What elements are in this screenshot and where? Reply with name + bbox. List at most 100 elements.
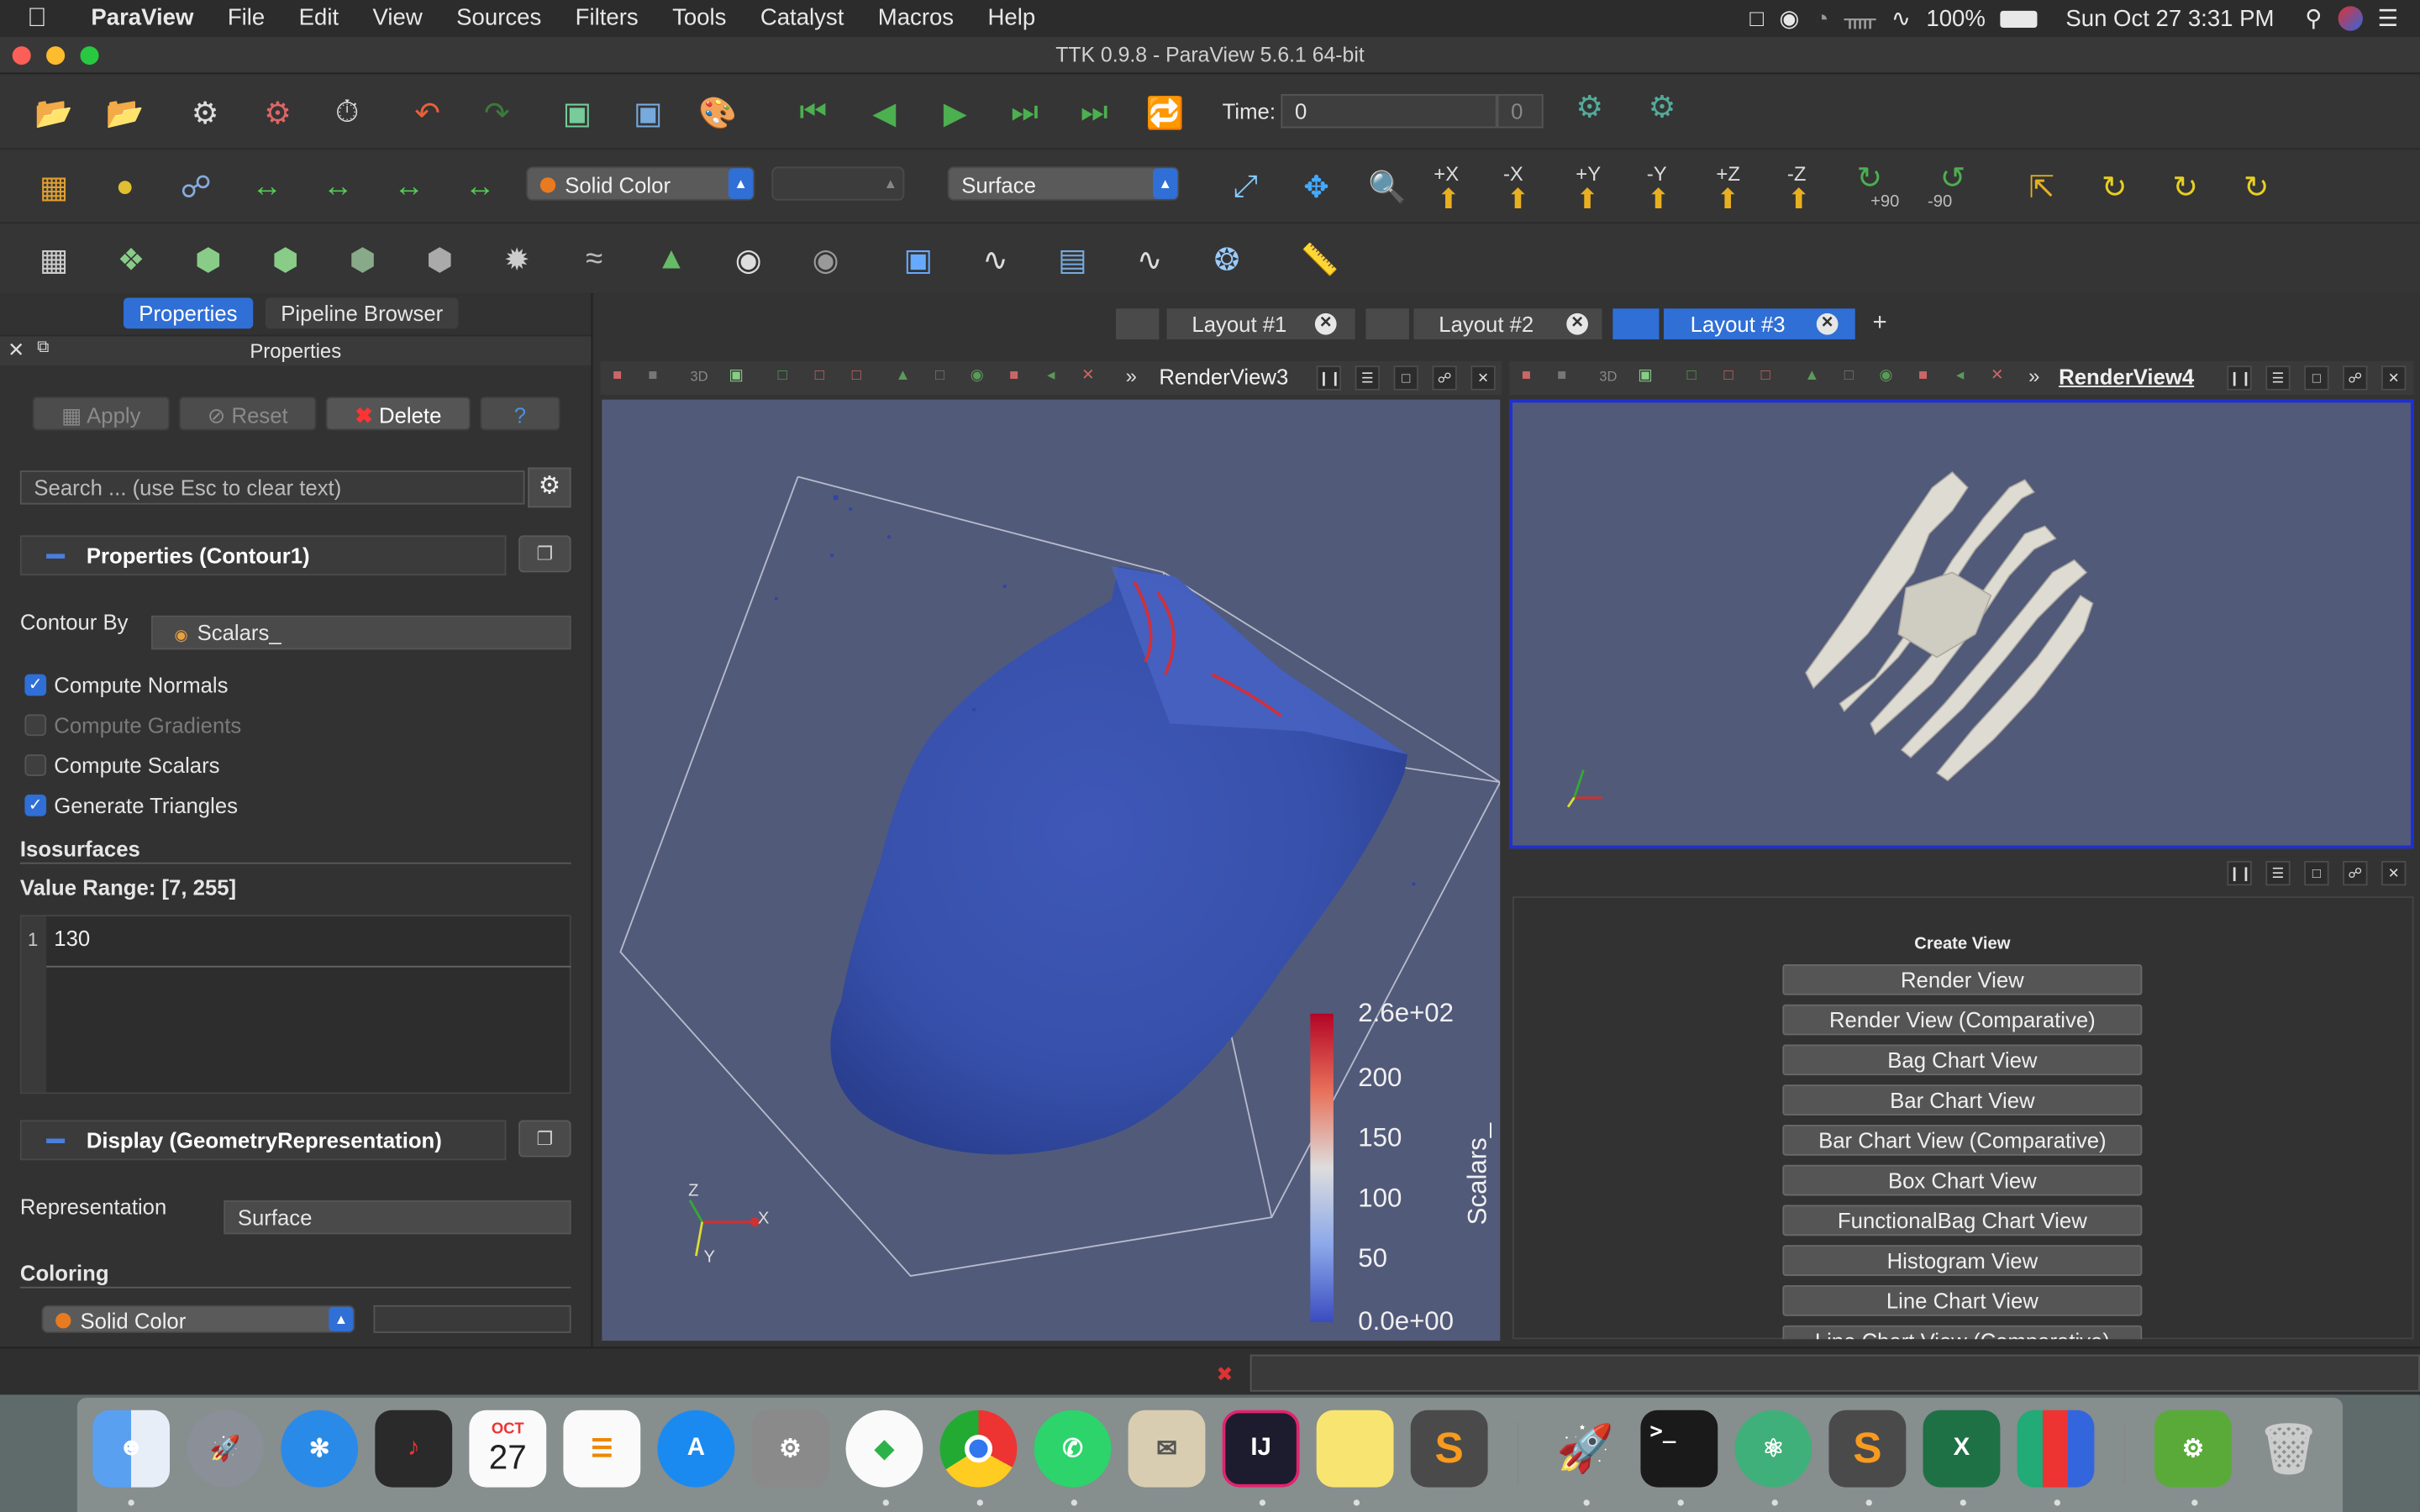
split-horizontal-button[interactable]: ❙❙ <box>2227 365 2252 391</box>
reset-button[interactable]: ⊘ Reset <box>179 396 317 431</box>
line-chart-view-button[interactable]: Line Chart View <box>1782 1284 2143 1316</box>
set-view-minus-y[interactable]: -Y <box>1647 162 1667 186</box>
close-layout-2-icon[interactable]: ✕ <box>1566 312 1588 335</box>
whatsapp-icon[interactable]: ✆ <box>1034 1410 1112 1488</box>
more-tools-icon[interactable]: » <box>2025 365 2044 386</box>
tab-pipeline-browser[interactable]: Pipeline Browser <box>265 297 459 329</box>
menu-tools[interactable]: Tools <box>655 0 744 37</box>
set-view-plus-y[interactable]: +Y <box>1576 162 1601 186</box>
ttk-filter-icon[interactable]: ❂ <box>1204 236 1250 282</box>
rotate-plus-90-icon[interactable]: ↻ <box>1857 159 1883 197</box>
open-icon[interactable]: 📂 <box>31 90 77 136</box>
color-legend-icon[interactable]: ● <box>102 164 148 210</box>
delete-button[interactable]: ✖ Delete <box>325 396 471 431</box>
center-axes-icon[interactable]: ↻ <box>2091 164 2138 210</box>
layout-tab-3-icon[interactable] <box>1612 308 1660 340</box>
connect-icon[interactable]: ⚙ <box>182 90 229 136</box>
calculator-icon[interactable]: ▦ <box>31 236 77 282</box>
rotate-minus-90-icon[interactable]: ↺ <box>1940 159 1966 197</box>
evernote-status-icon[interactable]: ◉ <box>1779 5 1799 32</box>
split-horizontal-button[interactable]: ❙❙ <box>1316 365 1341 391</box>
stream-tracer-icon[interactable]: ≈ <box>571 236 618 282</box>
select-block-icon[interactable]: □ <box>1839 367 1858 386</box>
color-by-combo[interactable]: Solid Color ▲ <box>526 166 755 201</box>
close-view-button[interactable]: ✕ <box>2381 365 2407 391</box>
extract-level-icon[interactable]: ◉ <box>802 236 849 282</box>
select-cells-icon[interactable]: □ <box>773 367 792 386</box>
tab-properties[interactable]: Properties <box>123 297 253 329</box>
renderview4[interactable] <box>1509 399 2414 849</box>
menu-app-name[interactable]: ParaView <box>74 0 210 37</box>
bluetooth-icon[interactable]: ᚅ <box>1844 5 1876 32</box>
rescale-visible-icon[interactable]: ↔ <box>315 164 361 210</box>
rocket-icon[interactable]: 🚀 <box>1546 1410 1623 1488</box>
select-block-icon[interactable]: □ <box>931 367 950 386</box>
system-preferences-icon[interactable]: ⚙ <box>751 1410 829 1488</box>
datetime[interactable]: Sun Oct 27 3:31 PM <box>2065 5 2274 31</box>
color-map-icon[interactable]: ▦ <box>31 164 77 210</box>
select-cells-icon[interactable]: □ <box>1682 367 1701 386</box>
select-frustum-icon[interactable]: □ <box>847 367 865 386</box>
pop-out-button[interactable]: ☍ <box>2343 365 2368 391</box>
clear-selection-icon[interactable]: ✕ <box>1079 367 1097 386</box>
copy-display-icon[interactable]: ❐ <box>518 1120 571 1158</box>
camera-icon[interactable]: ▣ <box>727 367 745 386</box>
glyph-icon[interactable]: ✹ <box>494 236 540 282</box>
trash-icon[interactable]: 🗑 <box>2250 1410 2328 1488</box>
evernote-icon[interactable]: ◆ <box>845 1410 923 1488</box>
layout-tab-2[interactable]: Layout #2 ✕ <box>1413 308 1602 340</box>
renderview3[interactable]: Z X Y 2.6e+02 200 150 100 50 0.0e+00 Sca… <box>602 399 1501 1341</box>
siri-icon[interactable] <box>2337 6 2363 31</box>
sublime-text-icon[interactable]: S <box>1410 1410 1488 1488</box>
box-chart-view-button[interactable]: Box Chart View <box>1782 1164 2143 1196</box>
android-studio-icon[interactable]: ⚙ <box>2154 1410 2232 1488</box>
plot-over-time-icon[interactable]: ∿ <box>1127 236 1173 282</box>
close-layout-3-icon[interactable]: ✕ <box>1816 312 1839 335</box>
previous-frame-icon[interactable]: ◀ <box>861 90 908 136</box>
warp-vector-icon[interactable]: ▲ <box>648 236 694 282</box>
close-layout-1-icon[interactable]: ✕ <box>1314 312 1337 335</box>
rescale-temporal-icon[interactable]: ↔ <box>386 164 432 210</box>
gear-icon[interactable]: ⚙ <box>528 467 571 508</box>
notification-center-icon[interactable]: ☰ <box>2378 5 2399 32</box>
render-view-button[interactable]: Render View <box>1782 963 2143 995</box>
layout-tab-1[interactable]: Layout #1 ✕ <box>1166 308 1355 340</box>
extract-selection-icon[interactable]: ▣ <box>895 236 941 282</box>
ruler-icon[interactable]: 📏 <box>1297 236 1343 282</box>
bar-chart-view-button[interactable]: Bar Chart View <box>1782 1084 2143 1116</box>
menu-view[interactable]: View <box>355 0 439 37</box>
capture-icon[interactable]: ■ <box>1517 367 1535 386</box>
group-datasets-icon[interactable]: ◉ <box>725 236 771 282</box>
reminders-icon[interactable]: ☰ <box>563 1410 641 1488</box>
grow-selection-icon[interactable]: ◂ <box>1951 367 1970 386</box>
menu-sources[interactable]: Sources <box>439 0 558 37</box>
copy-properties-icon[interactable]: ❐ <box>518 535 571 573</box>
layout-tab-2-icon[interactable] <box>1365 308 1409 340</box>
undo-icon[interactable]: ↶ <box>404 90 450 136</box>
mail-icon[interactable]: ✉ <box>1128 1410 1206 1488</box>
voice-memos-icon[interactable]: ♪ <box>375 1410 453 1488</box>
split-vertical-button[interactable]: ☰ <box>2265 365 2291 391</box>
last-frame-icon[interactable]: ⏭ <box>1071 90 1118 136</box>
palette-icon[interactable]: 🎨 <box>695 90 741 136</box>
hover-points-icon[interactable]: ■ <box>1914 367 1933 386</box>
sync-icon[interactable]: ◔ <box>1815 5 1829 31</box>
contour-icon[interactable]: ❖ <box>108 236 155 282</box>
menu-edit[interactable]: Edit <box>281 0 355 37</box>
plot-selection-icon[interactable]: ∿ <box>972 236 1018 282</box>
render-view-comparative-button[interactable]: Render View (Comparative) <box>1782 1004 2143 1036</box>
safari-icon[interactable]: ✻ <box>281 1410 359 1488</box>
menu-catalyst[interactable]: Catalyst <box>744 0 861 37</box>
clear-selection-icon[interactable]: ✕ <box>1988 367 2007 386</box>
pop-out-button[interactable]: ☍ <box>1432 365 1457 391</box>
slice-icon[interactable]: ⬢ <box>262 236 308 282</box>
interactive-select-icon[interactable]: ◉ <box>968 367 986 386</box>
camera-redo-icon[interactable]: ▣ <box>625 90 671 136</box>
disconnect-icon[interactable]: ⚙ <box>255 90 301 136</box>
split-vertical-button[interactable]: ☰ <box>2265 860 2291 886</box>
contour-by-select[interactable]: ◉ Scalars_ <box>150 615 571 650</box>
atom-icon[interactable]: ⚛ <box>1734 1410 1812 1488</box>
coloring-combo[interactable]: Solid Color ▲ <box>41 1305 355 1333</box>
iso-value-cell[interactable]: 130 <box>54 926 90 950</box>
close-view-button[interactable]: ✕ <box>1470 365 1496 391</box>
